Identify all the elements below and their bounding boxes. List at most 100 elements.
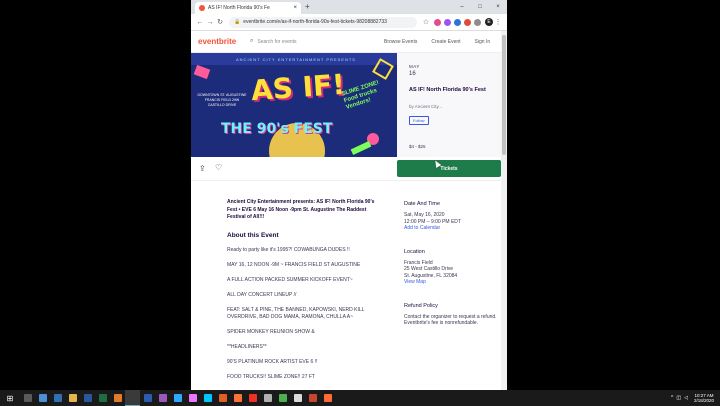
taskbar-app-icon[interactable] (140, 390, 155, 406)
app-glyph-icon (248, 394, 257, 402)
taskbar-app-icon[interactable] (125, 390, 140, 406)
profile-avatar[interactable]: E (485, 18, 493, 26)
taskbar-app-icon[interactable] (95, 390, 110, 406)
tray-chevron-icon[interactable]: ^ (671, 395, 673, 401)
add-to-calendar-link[interactable]: Add to Calendar (404, 225, 500, 232)
taskbar-app-icon[interactable] (110, 390, 125, 406)
organizer-name[interactable]: by Ancient City... (409, 104, 490, 109)
refund-heading: Refund Policy (404, 302, 438, 309)
extension-icon-5[interactable] (474, 18, 481, 26)
browse-events-link[interactable]: Browse Events (384, 39, 417, 45)
eventbrite-favicon-icon (199, 5, 205, 11)
reload-icon[interactable]: ↻ (215, 18, 225, 26)
description-line: FOOD TRUCKS!! SLIME ZONE!! 27 FT (227, 373, 315, 380)
extension-icon-1[interactable] (434, 18, 441, 26)
taskbar-app-icon[interactable] (245, 390, 260, 406)
maximize-button[interactable]: □ (471, 0, 489, 14)
hero-badge: SLIME ZONE! Food trucks Vendors! (341, 79, 380, 111)
taskbar-app-icon[interactable] (260, 390, 275, 406)
app-glyph-icon (188, 394, 197, 402)
taskbar-app-icon[interactable] (215, 390, 230, 406)
taskbar-app-icon[interactable] (320, 390, 335, 406)
create-event-link[interactable]: Create Event (431, 39, 460, 45)
clock-date: 2/18/2020 (693, 398, 714, 403)
taskbar-app-icon[interactable] (50, 390, 65, 406)
url-input[interactable]: 🔒 eventbrite.com/e/as-if-north-florida-9… (229, 16, 417, 28)
new-tab-button[interactable]: + (305, 2, 310, 12)
tab-title: AS IF! North Florida 90's Fe (208, 5, 270, 11)
desktop-background: AS IF! North Florida 90's Fe × + – □ × ←… (0, 0, 720, 406)
volume-icon[interactable]: ◁ (684, 395, 688, 401)
event-description: Ancient City Entertainment presents: AS … (227, 199, 377, 381)
view-map-link[interactable]: View Map (404, 279, 500, 286)
network-icon[interactable]: ◫ (676, 395, 681, 401)
tab-close-icon[interactable]: × (293, 5, 297, 11)
description-list: Ready to party like it's 1995?! COWABUNG… (227, 247, 377, 381)
taskbar-app-icon[interactable] (290, 390, 305, 406)
event-hero-image: ANCIENT CITY ENTERTAINMENT PRESENTS AS I… (191, 53, 397, 157)
tab-strip: AS IF! North Florida 90's Fe × + – □ × (191, 0, 507, 14)
taskbar-app-icon[interactable] (305, 390, 320, 406)
event-title: AS IF! North Florida 90's Fest (409, 87, 486, 93)
taskbar-app-icon[interactable] (275, 390, 290, 406)
app-glyph-icon (293, 394, 302, 402)
extension-icon-4[interactable] (464, 18, 471, 26)
forward-arrow-icon[interactable]: → (205, 19, 215, 26)
taskbar-app-icon[interactable] (185, 390, 200, 406)
event-summary-card: MAY 16 AS IF! North Florida 90's Fest by… (397, 53, 501, 157)
share-icon[interactable]: ⇪ (199, 164, 206, 173)
description-line: **HEADLINERS** (227, 343, 267, 350)
taskbar-app-icon[interactable] (65, 390, 80, 406)
app-glyph-icon (158, 394, 167, 402)
heart-icon[interactable]: ♡ (215, 163, 222, 172)
app-glyph-icon (98, 394, 107, 402)
sign-in-link[interactable]: Sign In (475, 39, 491, 45)
event-day: 16 (409, 71, 416, 77)
taskbar-app-icon[interactable] (170, 390, 185, 406)
hero-presents: ANCIENT CITY ENTERTAINMENT PRESENTS (236, 57, 356, 62)
search-placeholder: Search for events (257, 38, 297, 45)
description-line: ALL DAY CONCERT LINEUP // (227, 291, 297, 298)
bookmark-star-icon[interactable]: ☆ (421, 18, 431, 26)
close-window-button[interactable]: × (489, 0, 507, 14)
app-glyph-icon (233, 394, 242, 402)
refund-fee-text: Eventbrite's fee is nonrefundable. (404, 320, 479, 326)
menu-dots-icon[interactable]: ⋮ (493, 18, 503, 26)
event-page: eventbrite ⌕ Search for events Browse Ev… (191, 31, 501, 390)
taskbar-app-icon[interactable] (155, 390, 170, 406)
tickets-button[interactable]: Tickets (397, 160, 501, 177)
app-glyph-icon (143, 394, 152, 402)
address-bar: ← → ↻ 🔒 eventbrite.com/e/as-if-north-flo… (191, 14, 507, 31)
taskbar-app-icon[interactable] (35, 390, 50, 406)
app-glyph-icon (68, 394, 77, 402)
scrollbar-thumb[interactable] (502, 35, 506, 155)
page-scrollbar[interactable] (501, 31, 507, 390)
app-glyph-icon (278, 394, 287, 402)
follow-button[interactable]: Follow (409, 116, 429, 125)
taskbar-app-icon[interactable] (80, 390, 95, 406)
taskbar-apps (20, 390, 335, 406)
minimize-button[interactable]: – (453, 0, 471, 14)
taskbar-app-icon[interactable] (200, 390, 215, 406)
app-glyph-icon (323, 394, 332, 402)
extension-icon-2[interactable] (444, 18, 451, 26)
windows-start-icon[interactable]: ⊞ (0, 394, 20, 403)
taskbar-clock[interactable]: 10:27 AM 2/18/2020 (694, 393, 714, 403)
back-arrow-icon[interactable]: ← (195, 19, 205, 26)
taskbar-app-icon[interactable] (20, 390, 35, 406)
eventbrite-logo[interactable]: eventbrite (198, 37, 250, 46)
decor-shape (350, 141, 372, 155)
description-line: MAY 16, 12 NOON -9M ~ FRANCIS FIELD ST A… (227, 261, 361, 268)
date-time-section: Date And Time Sat, May 16, 2020 12:00 PM… (404, 201, 500, 232)
browser-tab[interactable]: AS IF! North Florida 90's Fe × (195, 2, 301, 14)
search-input[interactable]: ⌕ Search for events (250, 38, 370, 45)
window-controls: – □ × (453, 0, 507, 14)
date-heading: Date And Time (404, 201, 441, 207)
app-glyph-icon (53, 394, 62, 402)
search-icon: ⌕ (250, 38, 254, 44)
url-text: eventbrite.com/e/as-if-north-florida-90s… (243, 18, 387, 25)
event-details: Date And Time Sat, May 16, 2020 12:00 PM… (404, 201, 500, 344)
hero-headline: AS IF! (249, 67, 346, 108)
taskbar-app-icon[interactable] (230, 390, 245, 406)
extension-icon-3[interactable] (454, 18, 461, 26)
